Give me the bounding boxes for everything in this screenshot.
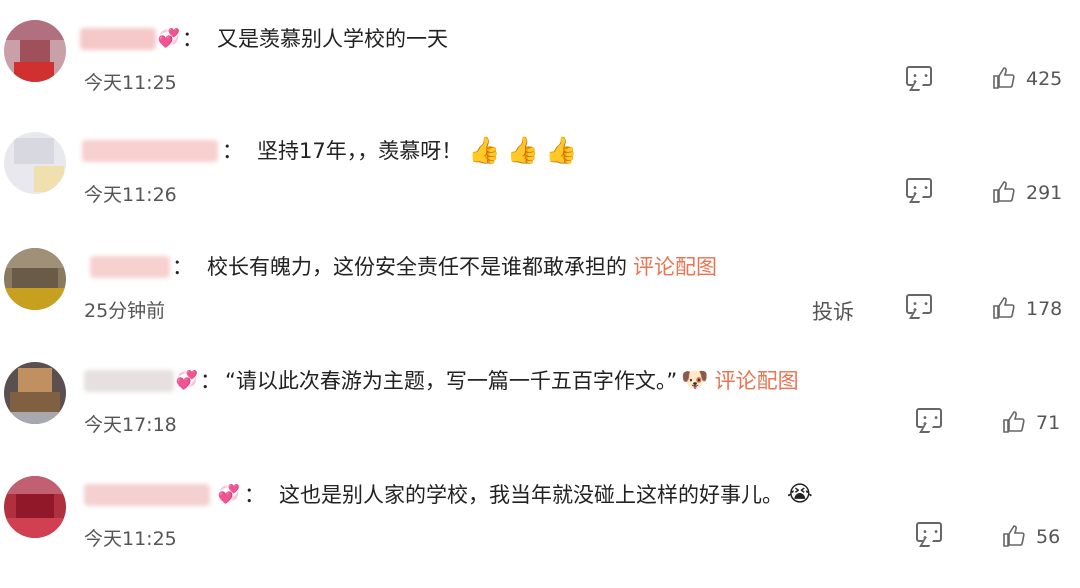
like-count: 56 (1036, 526, 1061, 548)
like-count: 71 (1036, 412, 1061, 434)
comment-time: 今天11:25 (84, 528, 177, 550)
username-blurred[interactable] (90, 256, 170, 278)
comment-text: 校长有魄力，这份安全责任不是谁都敢承担的 (207, 255, 627, 279)
comment-image-link[interactable]: 评论配图 (715, 366, 799, 396)
comment-text: 坚持17年，，羡慕呀！ (257, 139, 463, 163)
thumbs-up-icon[interactable] (1002, 410, 1026, 434)
report-button[interactable]: 投诉 (812, 296, 854, 326)
username-blurred[interactable] (84, 370, 174, 392)
thumbs-up-emoji: 👍 (468, 136, 501, 166)
comment-item: 💞 ： “请以此次春游为主题，写一篇一千五百字作文。” 🐶 评论配图 今天17:… (0, 362, 1080, 474)
username-blurred[interactable] (82, 140, 218, 162)
thumbs-up-icon[interactable] (992, 296, 1016, 320)
avatar[interactable] (4, 248, 66, 310)
thumbs-up-emoji: 👍 (506, 136, 539, 166)
thumbs-up-emoji: 👍 (544, 136, 578, 166)
like-count: 291 (1026, 182, 1063, 204)
comment-item: ： 坚持17年，，羡慕呀！ 👍 👍 👍 今天11:26 • • • 291 (0, 132, 1080, 244)
fan-badge-icon: 💞 (217, 484, 241, 505)
comment-icon[interactable]: • • • (916, 522, 942, 544)
like-count: 425 (1026, 68, 1063, 90)
fan-badge-icon: 💞 (157, 28, 181, 49)
comment-item: ： 校长有魄力，这份安全责任不是谁都敢承担的 评论配图 25分钟前 投诉 • •… (0, 248, 1080, 360)
comment-time: 今天11:26 (84, 184, 177, 206)
comment-item: 💞 ： 又是羡慕别人学校的一天 今天11:25 • • • 425 (0, 20, 1080, 132)
colon: ： (222, 139, 243, 163)
comment-time: 今天11:25 (84, 72, 177, 94)
avatar[interactable] (4, 476, 66, 538)
like-count: 178 (1026, 298, 1063, 320)
comment-icon[interactable]: • • • (906, 294, 932, 316)
comment-text: “请以此次春游为主题，写一篇一千五百字作文。” (225, 369, 678, 393)
comment-item: 💞 ： 这也是别人家的学校，我当年就没碰上这样的好事儿。 😭 今天11:25 •… (0, 476, 1080, 588)
comment-icon[interactable]: • • • (906, 178, 932, 200)
colon: ： (182, 27, 203, 51)
comment-icon[interactable]: • • • (916, 408, 942, 430)
avatar[interactable] (4, 132, 66, 194)
thumbs-up-icon[interactable] (992, 180, 1016, 204)
colon: ： (244, 483, 265, 507)
comment-time: 今天17:18 (84, 414, 177, 436)
username-blurred[interactable] (84, 484, 210, 506)
comment-text: 又是羡慕别人学校的一天 (217, 27, 448, 51)
username-blurred[interactable] (80, 28, 156, 50)
fan-badge-icon: 💞 (175, 370, 199, 391)
comment-text: 这也是别人家的学校，我当年就没碰上这样的好事儿。 (279, 483, 783, 507)
thumbs-up-icon[interactable] (1002, 524, 1026, 548)
colon: ： (200, 369, 221, 393)
avatar[interactable] (4, 362, 66, 424)
comment-image-link[interactable]: 评论配图 (633, 252, 717, 282)
crying-emoji: 😭 (787, 482, 813, 507)
thumbs-up-icon[interactable] (992, 66, 1016, 90)
colon: ： (172, 255, 193, 279)
comment-time: 25分钟前 (84, 300, 166, 322)
doge-emoji: 🐶 (681, 368, 709, 393)
comment-icon[interactable]: • • • (906, 66, 932, 88)
avatar[interactable] (4, 20, 66, 82)
